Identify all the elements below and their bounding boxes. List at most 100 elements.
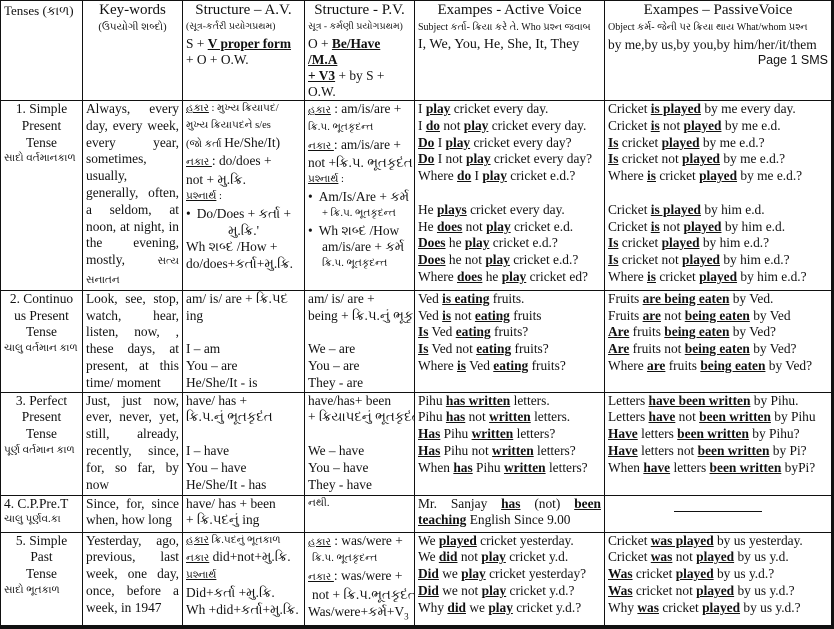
structure-text: Was/were+કર્મ+V xyxy=(308,603,405,619)
example-text: cricket y.d. xyxy=(505,549,569,565)
example-verb: was xyxy=(650,549,673,565)
example-sentence: Is cricket played by me e.d.? xyxy=(608,135,828,152)
structure-text: not + મુ.ક્રિ. xyxy=(186,172,246,188)
active-examples-cell: We played cricket yesterday. We did not p… xyxy=(414,531,605,628)
example-verb: have xyxy=(643,459,671,475)
example-text: by Pihu? xyxy=(748,426,800,442)
example-sentence: Fruits are being eaten by Ved. xyxy=(608,290,828,307)
formula-verb: V proper form xyxy=(207,36,292,51)
example-sentence: When have letters been written byPi? xyxy=(608,460,828,477)
example-verb: been written xyxy=(709,459,782,475)
row-simple-past: 5. Simple Past Tense સાદો ભૂતકાળ Yesterd… xyxy=(0,531,833,628)
example-verb: are xyxy=(642,307,661,323)
structure-av-cell: have/ has + been + ક્રિ.પદનું ing xyxy=(182,494,305,533)
example-verb: are being eaten xyxy=(642,290,730,306)
example-text: cricket y.d.? xyxy=(506,582,575,598)
example-sentence: Cricket is played by me every day. xyxy=(608,101,828,117)
example-verb: played xyxy=(702,599,741,615)
example-text: Fruits xyxy=(608,290,643,306)
example-text: When xyxy=(418,459,454,475)
example-sentence: Is cricket played by him e.d.? xyxy=(608,235,828,252)
example-text: cricket xyxy=(632,566,676,582)
example-verb: played xyxy=(683,218,722,234)
interrogative-label: પ્રશ્નાર્થ xyxy=(186,570,217,582)
example-text: by Ved. xyxy=(729,290,774,306)
structure-text: He/She/It) xyxy=(224,134,281,150)
example-text: he not xyxy=(445,252,486,268)
row-simple-present: 1. Simple Present Tense સાદો વર્તમાનકાળ … xyxy=(0,100,833,291)
structure-av-cell: હકાર ક્રિ.પદનું ભૂતકાળ નકાર did+not+મુ.ક… xyxy=(182,531,305,628)
example-verb: Was xyxy=(608,582,633,598)
example-text: cricket every day. xyxy=(466,201,565,217)
example-text: by him e.d.? xyxy=(737,268,807,284)
structure-lines: have/ has + ક્રિ.પ.નું ભૂતકૃદંત I – have Yo… xyxy=(186,393,301,493)
example-text: letters xyxy=(670,459,710,475)
tense-gujarati: ચાલુ વર્તમાન કાળ xyxy=(4,343,78,355)
example-text: Ved xyxy=(418,307,443,323)
structure-text: : was/were + xyxy=(330,532,403,548)
example-sentence: Pihu has not written letters. xyxy=(418,409,601,426)
passive-examples-cell xyxy=(604,494,833,533)
tense-name: 5. Simple xyxy=(15,532,68,548)
example-verb: Have xyxy=(608,426,638,442)
affirmative-label: હકાર xyxy=(308,536,331,548)
example-verb: is xyxy=(647,268,656,284)
example-sentence: Is Ved not eating fruits? xyxy=(418,341,601,358)
example-verb: played xyxy=(661,134,700,150)
example-sentence: He does not play cricket e.d. xyxy=(418,219,601,236)
example-text: When xyxy=(608,459,644,475)
structure-pv-cell: have/has+ been + ક્રિયાપદનું ભૂતકૃદંત We –… xyxy=(304,391,415,496)
example-verb: has xyxy=(501,495,521,511)
structure-text: : xyxy=(216,190,222,202)
header-structure-av: Structure – A.V. (સૂત્ર-કર્તરી પ્રયોગપ્ર… xyxy=(182,0,305,101)
example-text: not xyxy=(672,549,697,565)
example-text: we xyxy=(438,566,462,582)
example-verb: does xyxy=(436,218,463,234)
passive-examples: Letters have been written by Pihu. Letter… xyxy=(608,392,828,477)
example-verb: play xyxy=(481,582,507,598)
tense-name: Past xyxy=(30,549,53,565)
example-text: Cricket xyxy=(608,101,651,116)
tense-cell: 1. Simple Present Tense સાદો વર્તમાનકાળ xyxy=(0,100,83,291)
structure-text: ing xyxy=(186,307,204,323)
example-text: fruits? xyxy=(528,357,566,373)
example-sentence: Letters have been written by Pihu. xyxy=(608,392,828,409)
example-text: cricket xyxy=(658,599,703,615)
header-structure-av-title: Structure – A.V. xyxy=(195,2,292,18)
example-verb: written xyxy=(471,426,514,442)
keywords-cell: Since, for, since when, how long xyxy=(82,494,183,533)
structure-text: You – have xyxy=(186,459,247,475)
structure-text: + ક્રિયાપદનું ભૂતકૃદંત xyxy=(308,409,415,425)
example-verb: is xyxy=(442,307,452,323)
example-text: I xyxy=(418,101,426,116)
example-text: not xyxy=(660,307,685,323)
example-text: fruits not xyxy=(629,341,685,357)
example-verb: Does xyxy=(418,252,446,268)
example-text: Where xyxy=(608,268,648,284)
example-verb: eating xyxy=(474,307,510,323)
structure-text: નથી. xyxy=(308,497,330,509)
example-text: fruits? xyxy=(511,341,549,357)
keywords-cell: Look, see, stop, watch, hear, listen, no… xyxy=(82,289,183,393)
structure-text: He/She/It - is xyxy=(186,374,258,390)
active-examples-cell: Mr. Sanjay has (not) been teaching Engli… xyxy=(414,494,605,533)
example-sentence: Has Pihu not written letters? xyxy=(418,443,601,460)
negative-label: નકાર xyxy=(186,157,212,169)
header-passive-voice: Exampes – PassiveVoice Object કર્મ- જેની… xyxy=(604,0,833,101)
structure-text: ક્રિ.પ. ભૂતકૃદન્ત xyxy=(308,121,374,133)
structure-text: You – are xyxy=(308,357,360,373)
example-verb: Is xyxy=(608,235,619,251)
example-verb: have xyxy=(648,409,676,425)
example-verb: play xyxy=(425,101,451,116)
example-verb: have been written xyxy=(648,392,751,408)
example-sentence: Have letters not been written by Pi? xyxy=(608,443,828,460)
header-active-sub: Subject કર્તા- ક્રિયા કરે તે. Who પ્રશ્ન… xyxy=(418,22,591,33)
structure-text: (જો કર્તા xyxy=(186,138,225,150)
tense-name: Tense xyxy=(25,324,58,340)
keywords-text: Just, just now, ever, never, yet, still,… xyxy=(86,392,179,492)
example-text: cricket not xyxy=(618,252,683,268)
example-verb: Is xyxy=(418,324,429,340)
example-text: cricket every day. xyxy=(450,101,549,116)
